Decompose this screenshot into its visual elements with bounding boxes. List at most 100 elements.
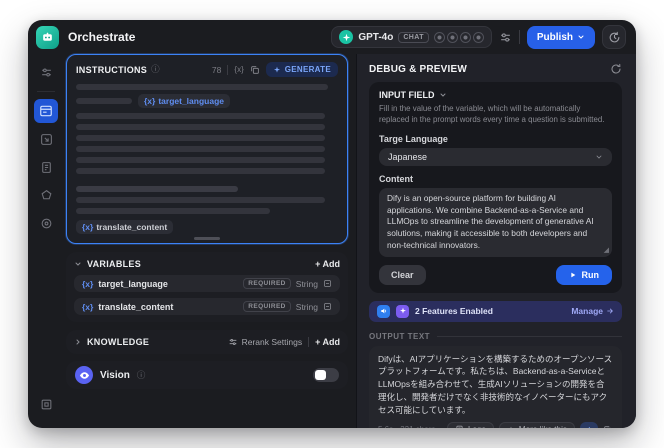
- variable-row[interactable]: {x} target_language REQUIRED String: [74, 275, 340, 292]
- required-badge: REQUIRED: [243, 301, 291, 312]
- nav-annotation-icon[interactable]: [34, 183, 58, 207]
- variables-header[interactable]: VARIABLES + Add: [74, 259, 340, 269]
- variable-chip-translate-content[interactable]: {x} translate_content: [76, 220, 174, 234]
- output-result-card: Difyは、AIアプリケーションを構築するためのオープンソースプラットフォームで…: [369, 345, 622, 428]
- speaker-button[interactable]: [580, 422, 598, 428]
- nav-monitoring-icon[interactable]: [34, 211, 58, 235]
- run-button[interactable]: Run: [555, 264, 612, 285]
- titlebar: Orchestrate GPT-4o CHAT Publish: [28, 20, 636, 54]
- nav-settings-sliders-icon[interactable]: [34, 60, 58, 84]
- desktop-background: Orchestrate GPT-4o CHAT Publish INSTRUCT…: [0, 0, 664, 448]
- history-icon: [608, 31, 621, 44]
- orchestrate-column: INSTRUCTIONS ⓘ 78 {x} GENERATE {x} targe…: [64, 54, 356, 428]
- skeleton-line: [76, 157, 325, 163]
- variable-type: String: [295, 301, 318, 312]
- vision-feature-row: Vision ⓘ: [66, 361, 348, 389]
- history-button[interactable]: [602, 25, 626, 49]
- divider: [37, 91, 55, 92]
- variables-section: VARIABLES + Add {x} target_language REQU…: [66, 252, 348, 322]
- output-stats: 5.6s · 321 chars: [378, 425, 435, 428]
- app-window: Orchestrate GPT-4o CHAT Publish INSTRUCT…: [28, 20, 636, 428]
- more-like-this-feature-icon: [396, 304, 409, 318]
- features-enabled-text: 2 Features Enabled: [415, 306, 493, 317]
- output-text-header: OUTPUT TEXT: [369, 332, 622, 341]
- rerank-settings-button[interactable]: Rerank Settings: [228, 337, 302, 347]
- skeleton-line: [76, 113, 325, 119]
- variables-title: VARIABLES: [87, 259, 142, 269]
- copy-output-icon[interactable]: [603, 425, 613, 428]
- variable-row[interactable]: {x} translate_content REQUIRED String: [74, 298, 340, 315]
- content-label: Content: [379, 173, 413, 184]
- skeleton-line: [76, 186, 239, 192]
- divider: [308, 337, 310, 347]
- speaker-icon: [585, 425, 594, 428]
- add-variable-button[interactable]: + Add: [315, 259, 340, 269]
- skeleton-line: [76, 146, 325, 152]
- target-language-select[interactable]: Japanese: [379, 147, 612, 166]
- capability-icon: [433, 31, 445, 43]
- variable-settings-icon[interactable]: [323, 279, 332, 288]
- titlebar-actions: GPT-4o CHAT Publish: [331, 25, 626, 49]
- copy-icon[interactable]: [250, 65, 260, 75]
- clear-button[interactable]: Clear: [379, 264, 426, 285]
- instructions-title: INSTRUCTIONS: [76, 64, 148, 75]
- debug-header: DEBUG & PREVIEW: [369, 63, 622, 75]
- publish-button[interactable]: Publish: [526, 25, 595, 49]
- toggle-knob: [315, 370, 326, 380]
- collapse-sidebar-icon[interactable]: [34, 392, 58, 416]
- variable-type: String: [295, 278, 318, 289]
- capability-icon: [446, 31, 458, 43]
- model-name: GPT-4o: [358, 31, 394, 43]
- refresh-icon[interactable]: [610, 63, 622, 75]
- chevron-down-icon: [595, 153, 603, 161]
- skeleton-line: [76, 84, 328, 90]
- capability-icon: [459, 31, 471, 43]
- prompt-line: {x} target_language: [76, 94, 338, 108]
- resize-handle-icon[interactable]: ◢: [604, 246, 609, 256]
- skeleton-line: [76, 208, 270, 214]
- input-field-card: INPUT FIELD Fill in the value of the var…: [369, 82, 622, 293]
- features-enabled-bar[interactable]: 2 Features Enabled Manage: [369, 300, 622, 322]
- variable-settings-icon[interactable]: [323, 302, 332, 311]
- variable-chip-target-language[interactable]: {x} target_language: [138, 94, 230, 108]
- chevron-down-icon: [74, 260, 82, 268]
- knowledge-header[interactable]: KNOWLEDGE Rerank Settings + Add: [74, 337, 340, 347]
- divider: [227, 64, 229, 75]
- capability-icon: [472, 31, 484, 43]
- app-logo: [36, 25, 59, 49]
- content-textarea[interactable]: Dify is an open-source platform for buil…: [379, 187, 612, 257]
- more-like-this-button[interactable]: More like this: [498, 422, 575, 428]
- generate-button[interactable]: GENERATE: [265, 62, 338, 77]
- insert-variable-button[interactable]: {x}: [234, 65, 243, 74]
- debug-panel: DEBUG & PREVIEW INPUT FIELD Fill in the …: [356, 54, 636, 428]
- debug-title: DEBUG & PREVIEW: [369, 63, 468, 75]
- input-field-description: Fill in the value of the variable, which…: [379, 104, 605, 124]
- vision-label: Vision: [100, 369, 130, 381]
- vision-toggle[interactable]: [313, 368, 339, 382]
- logs-icon: [455, 425, 464, 428]
- info-icon: ⓘ: [151, 64, 160, 75]
- model-selector[interactable]: GPT-4o CHAT: [331, 26, 492, 48]
- panel-resize-handle[interactable]: [194, 237, 220, 240]
- skeleton-line: [76, 98, 132, 104]
- nav-logs-icon[interactable]: [34, 155, 58, 179]
- text-to-speech-feature-icon: [377, 304, 390, 318]
- skeleton-line: [76, 124, 325, 130]
- nav-orchestrate-icon[interactable]: [34, 99, 58, 123]
- target-language-label: Targe Language: [379, 133, 448, 144]
- instructions-tools: 78 {x} GENERATE: [212, 62, 338, 77]
- instructions-panel[interactable]: INSTRUCTIONS ⓘ 78 {x} GENERATE {x} targe…: [66, 54, 348, 244]
- add-knowledge-button[interactable]: + Add: [315, 337, 340, 347]
- input-field-header[interactable]: INPUT FIELD: [379, 90, 612, 100]
- model-params-icon[interactable]: [499, 31, 512, 44]
- model-provider-icon: [339, 30, 354, 44]
- model-mode-badge: CHAT: [398, 31, 429, 43]
- nav-preview-icon[interactable]: [34, 127, 58, 151]
- manage-features-button[interactable]: Manage: [571, 306, 614, 316]
- logs-button[interactable]: Logs: [447, 422, 494, 428]
- char-count: 78: [211, 64, 222, 75]
- instructions-header: INSTRUCTIONS ⓘ 78 {x} GENERATE: [76, 62, 338, 77]
- sliders-icon: [228, 337, 238, 347]
- output-footer: 5.6s · 321 chars Logs: [378, 422, 613, 428]
- chevron-right-icon: [74, 338, 82, 346]
